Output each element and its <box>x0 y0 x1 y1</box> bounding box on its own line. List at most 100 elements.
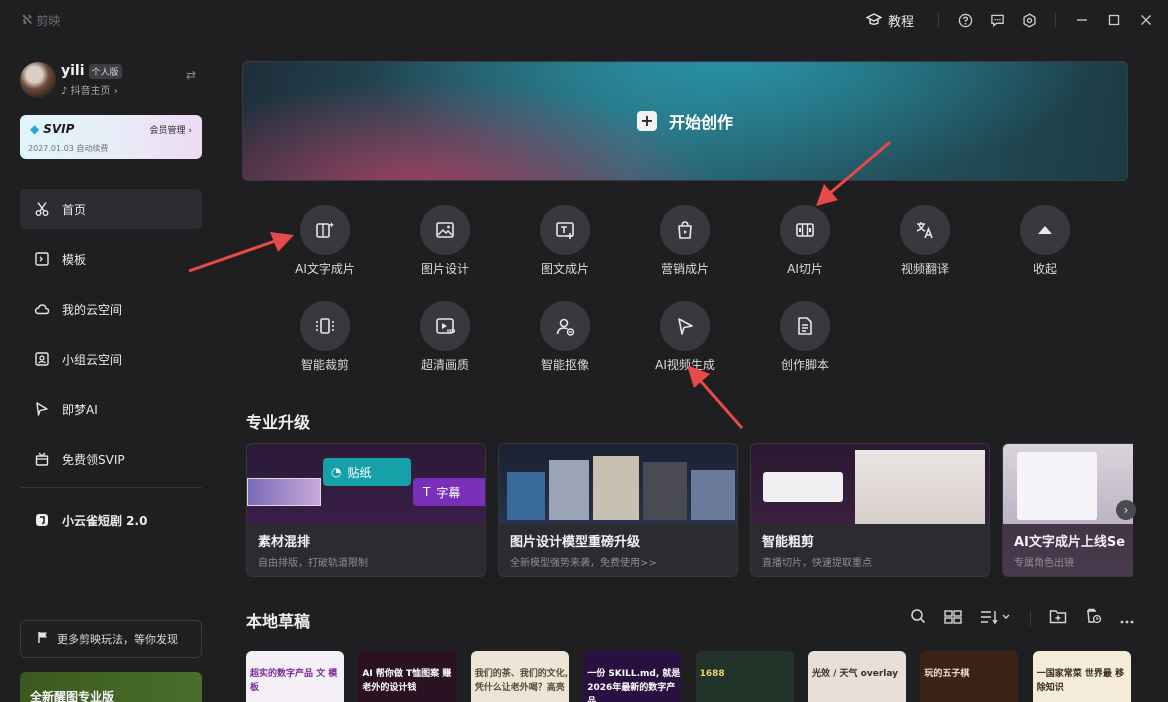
sort-button[interactable] <box>980 609 1012 628</box>
feature-card-smart-rough-cut[interactable]: 智能粗剪 直播切片，快速提取重点 <box>750 443 990 577</box>
collapse-up-icon <box>1038 226 1052 234</box>
tool-label: 收起 <box>1032 262 1057 276</box>
tool-hd-quality[interactable]: HD 超清画质 <box>400 301 490 373</box>
maximize-icon <box>1108 14 1120 26</box>
sidebar-item-free-svip[interactable]: 免费领SVIP <box>20 439 202 479</box>
tool-image-text-video[interactable]: 图文成片 <box>520 205 610 277</box>
local-drafts-title: 本地草稿 <box>246 612 311 631</box>
diamond-icon: ◆ <box>30 122 40 136</box>
sidebar-item-label: 小云雀短剧 2.0 <box>62 513 148 528</box>
ai-slice-icon <box>796 223 814 237</box>
tool-label: 视频翻译 <box>900 262 949 276</box>
poster-thumbnail <box>643 462 687 520</box>
switch-account-icon[interactable]: ⇄ <box>186 68 196 82</box>
search-icon <box>911 609 926 624</box>
caption-chip-label: 字幕 <box>436 485 461 500</box>
sidebar-item-label: 模板 <box>62 252 87 267</box>
poster-thumbnail <box>549 460 589 520</box>
gear-icon <box>1022 12 1036 28</box>
sample-photo-thumbnail <box>247 478 321 506</box>
tutorial-button[interactable]: 教程 <box>865 11 914 30</box>
douyin-home-label: 抖音主页 <box>70 86 111 97</box>
tool-smart-crop[interactable]: 智能裁剪 <box>280 301 370 373</box>
feature-card-ai-text-video[interactable]: AI文字成片上线Se 专属角色出镜 <box>1002 443 1133 577</box>
tool-ai-video-generate[interactable]: AI视频生成 <box>640 301 730 373</box>
flag-icon <box>37 631 49 647</box>
tool-ai-slice[interactable]: AI切片 <box>760 205 850 277</box>
drafts-grid: 超实的数字产品 文 模板 AI 帮你做 T恤图案 赚老外的设计钱 我们的茶、我们的文… <box>246 651 1133 702</box>
sidebar-item-my-cloud[interactable]: 我的云空间 <box>20 289 202 329</box>
draft-thumbnail[interactable]: 一份 SKILL.md, 就是 2026年最新的数字产品 <box>583 651 682 702</box>
minimize-button[interactable] <box>1066 8 1098 32</box>
pro-upgrade-title: 专业升级 <box>246 413 311 432</box>
plan-badge: 个人版 <box>88 63 122 79</box>
sidebar-divider <box>20 487 202 488</box>
feedback-button[interactable] <box>981 8 1013 32</box>
draft-thumbnail[interactable]: AI 帮你做 T恤图案 赚老外的设计钱 <box>358 651 457 702</box>
star-icon <box>34 401 50 417</box>
tool-ai-text-video[interactable]: AI文字成片 <box>280 205 370 277</box>
cloud-icon <box>34 301 50 317</box>
recycle-bin-button[interactable] <box>1085 608 1102 628</box>
svg-text:HD: HD <box>447 329 455 335</box>
ai-video-generate-icon <box>678 318 693 335</box>
template-icon <box>34 251 50 267</box>
help-icon <box>958 13 972 27</box>
draft-thumbnail[interactable]: 1688 <box>695 651 794 702</box>
user-profile[interactable]: yili 个人版 ♪ 抖音主页 › <box>20 62 122 98</box>
plus-icon: + <box>636 111 657 131</box>
sidebar-item-templates[interactable]: 模板 <box>20 239 202 279</box>
more-features-button[interactable]: 更多剪映玩法，等你发现 <box>20 620 202 658</box>
settings-button[interactable] <box>1013 8 1045 32</box>
caption-chip: T 字幕 <box>413 478 485 506</box>
poster-thumbnail <box>691 470 735 520</box>
feature-card-mixed-layout[interactable]: ◔ 贴纸 T 字幕 素材混排 自由排版，打破轨道限制 <box>246 443 486 577</box>
card-subtitle: 自由排版，打破轨道限制 <box>258 558 368 569</box>
draft-thumbnail[interactable]: 我们的茶、我们的文化, 凭什么让老外喝？高亮 <box>470 651 569 702</box>
grid-view-button[interactable] <box>944 609 962 628</box>
grid-view-icon <box>944 609 962 624</box>
draft-thumbnail-text: 我们的茶、我们的文化, 凭什么让老外喝？高亮 <box>474 669 569 693</box>
sidebar-item-home[interactable]: 首页 <box>20 189 202 229</box>
douyin-home-link[interactable]: ♪ 抖音主页 › <box>61 82 122 97</box>
start-creating-label: 开始创作 <box>668 113 734 132</box>
start-creating-button[interactable]: + 开始创作 <box>242 61 1128 181</box>
user-name: yili <box>61 63 85 79</box>
cutout-person-icon <box>556 318 575 336</box>
sidebar-item-short-drama[interactable]: 小云雀短剧 2.0 <box>20 500 202 540</box>
tool-collapse[interactable]: 收起 <box>1000 205 1090 277</box>
text-t-icon: T <box>423 485 431 499</box>
tool-marketing-video[interactable]: 营销成片 <box>640 205 730 277</box>
draft-thumbnail-text: 超实的数字产品 文 模板 <box>250 669 338 693</box>
more-options-button[interactable] <box>1120 609 1134 628</box>
draft-thumbnail[interactable]: 玩的五子棋 <box>920 651 1019 702</box>
image-design-icon <box>436 222 454 238</box>
titlebar-divider <box>938 13 939 27</box>
maximize-button[interactable] <box>1098 8 1130 32</box>
tool-video-translate[interactable]: 视频翻译 <box>880 205 970 277</box>
import-folder-button[interactable] <box>1049 609 1067 628</box>
poster-thumbnail <box>507 472 545 520</box>
svip-card[interactable]: ◆ SVIP 会员管理 › 2027.01.03 自动续费 <box>20 115 202 159</box>
avatar[interactable] <box>20 62 56 98</box>
xingtu-pro-banner[interactable]: 全新醒图专业版 <box>20 672 202 702</box>
sort-icon <box>981 610 1010 624</box>
tool-image-design[interactable]: 图片设计 <box>400 205 490 277</box>
close-button[interactable] <box>1130 8 1162 32</box>
draft-thumbnail[interactable]: 光效 / 天气 overlay <box>808 651 906 702</box>
carousel-next-button[interactable]: › <box>1116 500 1136 520</box>
tool-smart-cutout[interactable]: 智能抠像 <box>520 301 610 373</box>
feature-card-image-design[interactable]: 图片设计模型重磅升级 全新模型强势来袭，免费使用>> <box>498 443 738 577</box>
member-manage-link[interactable]: 会员管理 › <box>150 123 192 136</box>
draft-thumbnail[interactable]: 一国家常菜 世界最 移除知识 <box>1032 651 1131 702</box>
tool-creation-script[interactable]: 创作脚本 <box>760 301 850 373</box>
help-button[interactable] <box>949 8 981 32</box>
search-button[interactable] <box>910 608 926 628</box>
tool-label: 图片设计 <box>420 262 469 276</box>
sidebar-item-jimeng-ai[interactable]: 即梦AI <box>20 389 202 429</box>
card-title: AI文字成片上线Se <box>1014 535 1126 550</box>
draft-thumbnail[interactable]: 超实的数字产品 文 模板 <box>246 651 344 702</box>
sidebar-item-group-cloud[interactable]: 小组云空间 <box>20 339 202 379</box>
ai-text-video-icon <box>316 222 334 238</box>
gift-icon <box>34 451 50 467</box>
